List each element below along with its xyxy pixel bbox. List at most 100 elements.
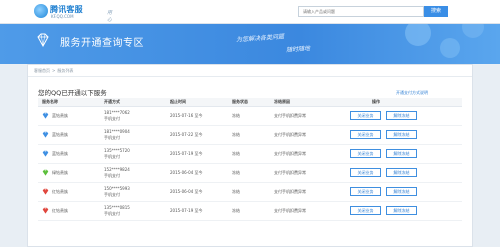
unfreeze-button[interactable]: 解除冻结 xyxy=(386,168,417,177)
action-cell: 关闭业务 解除冻结 xyxy=(332,125,462,145)
unfreeze-button[interactable]: 解除冻结 xyxy=(386,206,417,215)
unfreeze-button[interactable]: 解除冻结 xyxy=(386,149,417,158)
red-diamond-icon xyxy=(42,188,49,195)
table-row: 红钻贵族 150****5993 手机支付 2015-06-04 至今 冻结 支付手机扣费… xyxy=(38,182,462,202)
payment-method: 手机支付 xyxy=(104,153,120,159)
account-number: 181****0904 xyxy=(104,128,130,134)
action-cell: 关闭业务 解除冻结 xyxy=(332,201,462,221)
close-service-button[interactable]: 关闭业务 xyxy=(350,149,381,158)
close-service-button[interactable]: 关闭业务 xyxy=(350,168,381,177)
divider xyxy=(28,76,472,77)
column-header-date: 起止时间 xyxy=(166,98,228,107)
status-cell: 冻结 xyxy=(228,163,270,183)
open-method-cell: 152****9824 手机支付 xyxy=(100,163,166,183)
payment-method: 手机支付 xyxy=(104,134,120,140)
close-service-button[interactable]: 关闭业务 xyxy=(350,187,381,196)
service-cell: 绿钻贵族 xyxy=(38,163,100,183)
column-header-action: 操作 xyxy=(332,98,462,107)
search-input[interactable] xyxy=(298,6,424,17)
action-cell: 关闭业务 解除冻结 xyxy=(332,163,462,183)
unfreeze-button[interactable]: 解除冻结 xyxy=(386,187,417,196)
action-cell: 关闭业务 解除冻结 xyxy=(332,144,462,164)
table-row: 蓝钻贵族 181****0904 手机支付 2015-07-22 至今 冻结 支付手机扣费… xyxy=(38,125,462,145)
date-range-cell: 2015-07-22 至今 xyxy=(166,125,228,145)
payment-method: 手机支付 xyxy=(104,191,120,197)
freeze-reason-cell: 支付手机扣费异常 xyxy=(270,106,332,126)
payment-help-link[interactable]: 开通支付方式说明 xyxy=(396,90,428,96)
action-cell: 关闭业务 解除冻结 xyxy=(332,182,462,202)
service-cell: 红钻贵族 xyxy=(38,182,100,202)
payment-method: 手机支付 xyxy=(104,115,120,121)
date-range-cell: 2015-07-16 至今 xyxy=(166,106,228,126)
freeze-reason-cell: 支付手机扣费异常 xyxy=(270,182,332,202)
freeze-reason-cell: 支付手机扣费异常 xyxy=(270,163,332,183)
close-service-button[interactable]: 关闭业务 xyxy=(350,206,381,215)
account-number: 135****0815 xyxy=(104,204,130,210)
unfreeze-button[interactable]: 解除冻结 xyxy=(386,130,417,139)
service-name: 蓝钻贵族 xyxy=(52,131,68,137)
table-row: 蓝钻贵族 181****7062 手机支付 2015-07-16 至今 冻结 支付手机扣费… xyxy=(38,106,462,126)
date-range-cell: 2015-06-04 至今 xyxy=(166,163,228,183)
decorative-bubble xyxy=(440,38,460,58)
service-name: 蓝钻贵族 xyxy=(52,112,68,118)
column-header-service: 服务名称 xyxy=(38,98,100,107)
payment-method: 手机支付 xyxy=(104,172,120,178)
service-cell: 蓝钻贵族 xyxy=(38,125,100,145)
close-service-button[interactable]: 关闭业务 xyxy=(350,111,381,120)
date-range-cell: 2015-07-19 至今 xyxy=(166,144,228,164)
diamond-icon xyxy=(37,33,49,47)
service-cell: 蓝钻贵族 xyxy=(38,144,100,164)
service-cell: 蓝钻贵族 xyxy=(38,106,100,126)
top-header: 腾讯客服 KF.QQ.COM 用心服务 搜索 xyxy=(0,0,500,37)
search-button[interactable]: 搜索 xyxy=(424,6,448,17)
column-header-status: 服务状态 xyxy=(228,98,270,107)
service-cell: 红钻贵族 xyxy=(38,201,100,221)
service-name: 红钻贵族 xyxy=(52,188,68,194)
payment-method: 手机支付 xyxy=(104,210,120,216)
open-method-cell: 181****7062 手机支付 xyxy=(100,106,166,126)
table-row: 绿钻贵族 152****9824 手机支付 2015-06-04 至今 冻结 支付手机扣费… xyxy=(38,163,462,183)
open-method-cell: 150****5993 手机支付 xyxy=(100,182,166,202)
banner-slogan: 为您解决各类问题 xyxy=(235,33,285,44)
account-number: 135****5720 xyxy=(104,147,130,153)
service-table: 服务名称 开通方式 起止时间 服务状态 冻结原因 操作 蓝钻贵族 181****7… xyxy=(38,98,462,221)
service-name: 蓝钻贵族 xyxy=(52,150,68,156)
account-number: 152****9824 xyxy=(104,166,130,172)
page-banner: 服务开通查询专区 为您解决各类问题 随时随地 xyxy=(0,24,500,64)
banner-slogan-secondary: 随时随地 xyxy=(285,45,311,54)
freeze-reason-cell: 支付手机扣费异常 xyxy=(270,125,332,145)
breadcrumb-home[interactable]: 客服首页 xyxy=(34,68,50,73)
action-cell: 关闭业务 解除冻结 xyxy=(332,106,462,126)
unfreeze-button[interactable]: 解除冻结 xyxy=(386,111,417,120)
logo-url: KF.QQ.COM xyxy=(51,14,74,19)
table-row: 红钻贵族 135****0815 手机支付 2015-07-19 至今 冻结 支付手机扣费… xyxy=(38,201,462,221)
breadcrumb-current: 服务列表 xyxy=(57,68,74,73)
site-logo[interactable]: 腾讯客服 KF.QQ.COM 用心服务 xyxy=(34,3,112,37)
red-diamond-icon xyxy=(42,207,49,214)
account-number: 150****5993 xyxy=(104,185,130,191)
column-header-reason: 冻结原因 xyxy=(270,98,332,107)
account-number: 181****7062 xyxy=(104,109,130,115)
column-header-method: 开通方式 xyxy=(100,98,166,107)
service-name: 红钻贵族 xyxy=(52,207,68,213)
blue-diamond-icon xyxy=(42,131,49,138)
table-row: 蓝钻贵族 135****5720 手机支付 2015-07-19 至今 冻结 支付手机扣费… xyxy=(38,144,462,164)
table-header-row: 服务名称 开通方式 起止时间 服务状态 冻结原因 操作 xyxy=(38,98,462,107)
status-cell: 冻结 xyxy=(228,125,270,145)
logo-mark-icon xyxy=(34,4,48,18)
section-title: 您的QQ已开通以下服务 xyxy=(38,89,107,97)
decorative-bubble xyxy=(462,24,484,38)
breadcrumb-separator: > xyxy=(52,68,56,73)
service-list-panel: 客服首页 > 服务列表 您的QQ已开通以下服务 开通支付方式说明 服务名称 开通方式… xyxy=(27,64,473,247)
page-title: 服务开通查询专区 xyxy=(60,38,144,49)
open-method-cell: 181****0904 手机支付 xyxy=(100,125,166,145)
blue-diamond-icon xyxy=(42,150,49,157)
breadcrumb: 客服首页 > 服务列表 xyxy=(34,68,73,74)
open-method-cell: 135****0815 手机支付 xyxy=(100,201,166,221)
close-service-button[interactable]: 关闭业务 xyxy=(350,130,381,139)
green-diamond-icon xyxy=(42,169,49,176)
status-cell: 冻结 xyxy=(228,144,270,164)
status-cell: 冻结 xyxy=(228,201,270,221)
date-range-cell: 2015-06-04 至今 xyxy=(166,182,228,202)
status-cell: 冻结 xyxy=(228,182,270,202)
